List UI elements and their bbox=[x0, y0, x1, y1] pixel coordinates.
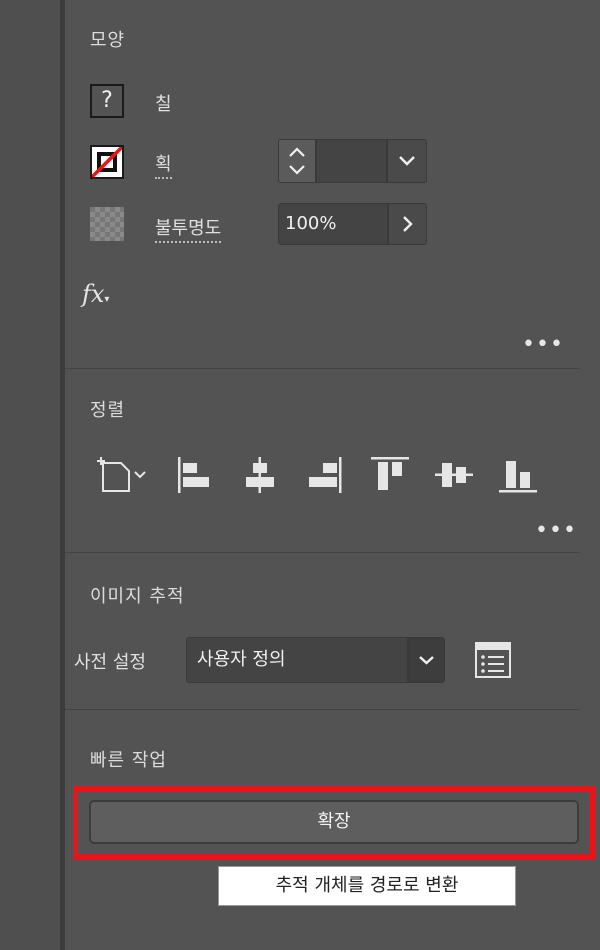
chevron-right-icon bbox=[403, 216, 413, 232]
effects-button[interactable]: fx▾ bbox=[82, 280, 109, 308]
fx-menu-arrow-icon: ▾ bbox=[104, 294, 110, 305]
align-bottom-icon[interactable] bbox=[498, 455, 538, 495]
stepper-arrows-icon bbox=[289, 147, 305, 175]
opacity-label[interactable]: 불투명도 bbox=[155, 214, 222, 243]
opacity-popup-button[interactable] bbox=[388, 203, 427, 245]
tooltip: 추적 개체를 경로로 변환 bbox=[218, 866, 516, 906]
appearance-title: 모양 bbox=[90, 30, 126, 51]
align-more-button[interactable]: ••• bbox=[535, 518, 577, 543]
fill-unknown-glyph: ? bbox=[101, 88, 113, 113]
stroke-weight-input[interactable] bbox=[316, 139, 387, 183]
stroke-swatch[interactable] bbox=[90, 145, 124, 179]
align-left-icon[interactable] bbox=[176, 455, 216, 495]
section-divider bbox=[65, 552, 580, 553]
opacity-swatch[interactable] bbox=[90, 207, 124, 241]
section-divider bbox=[65, 709, 580, 710]
align-horizontal-center-icon[interactable] bbox=[240, 455, 280, 495]
chevron-down-icon bbox=[419, 656, 434, 665]
align-to-selection-icon[interactable] bbox=[95, 455, 153, 495]
section-divider bbox=[65, 368, 580, 369]
stroke-weight-stepper[interactable] bbox=[278, 139, 316, 183]
align-title: 정렬 bbox=[90, 400, 126, 421]
fill-swatch[interactable]: ? bbox=[90, 84, 124, 118]
preset-select[interactable]: 사용자 정의 bbox=[186, 637, 408, 683]
image-trace-title: 이미지 추적 bbox=[90, 586, 185, 607]
align-vertical-center-icon[interactable] bbox=[434, 455, 474, 495]
quick-actions-title: 빠른 작업 bbox=[90, 750, 167, 771]
appearance-more-button[interactable]: ••• bbox=[522, 332, 564, 357]
chevron-down-icon bbox=[399, 156, 415, 166]
align-top-icon[interactable] bbox=[370, 455, 410, 495]
tool-strip bbox=[0, 0, 60, 950]
preset-dropdown-button[interactable] bbox=[408, 637, 445, 683]
highlight-box bbox=[73, 786, 595, 859]
image-trace-panel-icon[interactable] bbox=[474, 641, 512, 679]
stroke-none-icon bbox=[92, 147, 122, 177]
stroke-weight-dropdown[interactable] bbox=[387, 139, 427, 183]
stroke-label-text: 획 bbox=[155, 154, 172, 179]
preset-label: 사전 설정 bbox=[74, 652, 146, 673]
opacity-label-text: 불투명도 bbox=[155, 218, 222, 243]
fill-label: 칠 bbox=[155, 94, 172, 115]
properties-panel: 모양 ? 칠 획 불투명도 100% fx▾ ••• 정렬 ••• 이미지 추적… bbox=[0, 0, 600, 950]
align-right-icon[interactable] bbox=[304, 455, 344, 495]
stroke-label[interactable]: 획 bbox=[155, 150, 172, 179]
fx-icon: fx bbox=[82, 280, 105, 308]
opacity-input[interactable]: 100% bbox=[278, 203, 388, 245]
